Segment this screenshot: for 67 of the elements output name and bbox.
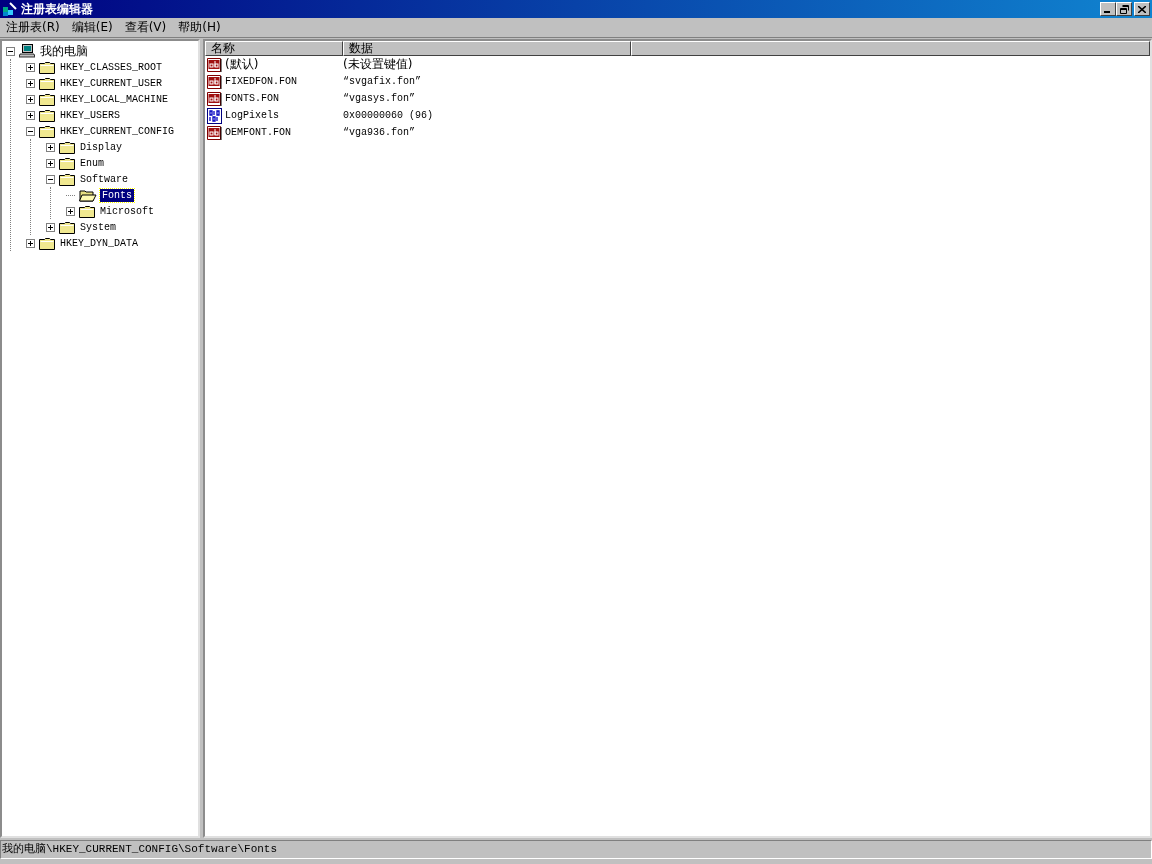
collapse-box-icon[interactable] <box>6 46 15 56</box>
folder-icon <box>59 140 75 154</box>
status-bar-path: 我的电脑\HKEY_CURRENT_CONFIG\Software\Fonts <box>0 840 1152 859</box>
tree-item[interactable]: HKEY_USERS <box>58 108 122 122</box>
expand-box-icon[interactable] <box>26 62 35 72</box>
column-header[interactable]: 数据 <box>343 41 631 56</box>
value-data: “vga936.fon” <box>343 127 415 138</box>
tree-item[interactable]: HKEY_CURRENT_CONFIG <box>58 124 177 138</box>
string-value-icon <box>207 56 223 73</box>
tree-item[interactable]: Display <box>78 140 124 154</box>
folder-icon <box>39 60 55 74</box>
expand-box-icon[interactable] <box>26 94 35 104</box>
folder-icon <box>39 92 55 106</box>
open-folder-icon <box>79 188 97 202</box>
tree-item[interactable]: HKEY_CLASSES_ROOT <box>58 60 165 74</box>
computer-icon <box>19 44 35 58</box>
window-title: 注册表编辑器 <box>21 0 94 18</box>
tree-item[interactable]: System <box>78 220 118 234</box>
close-icon <box>1138 5 1146 13</box>
value-data: “svgafix.fon” <box>343 76 421 87</box>
string-value-icon <box>207 90 223 107</box>
value-data: “vgasys.fon” <box>343 93 415 104</box>
collapse-box-icon[interactable] <box>46 174 55 184</box>
tree-item[interactable]: 我的电脑 <box>38 44 90 58</box>
folder-icon <box>39 76 55 90</box>
tree-item[interactable]: HKEY_LOCAL_MACHINE <box>58 92 171 106</box>
folder-icon <box>59 220 75 234</box>
menu-item[interactable]: 注册表(R) <box>0 19 66 36</box>
value-data: (未设置键值) <box>343 56 413 73</box>
expand-box-icon[interactable] <box>46 158 55 168</box>
string-value-icon <box>207 124 223 141</box>
tree-item[interactable]: Fonts <box>100 188 134 202</box>
value-data: 0x00000060 (96) <box>343 110 433 121</box>
value-name[interactable]: OEMFONT.FON <box>225 127 291 138</box>
collapse-box-icon[interactable] <box>26 126 35 136</box>
value-name[interactable]: LogPixels <box>225 110 279 121</box>
tree-item[interactable]: Enum <box>78 156 106 170</box>
expand-box-icon[interactable] <box>46 222 55 232</box>
folder-icon <box>59 172 75 186</box>
expand-box-icon[interactable] <box>26 238 35 248</box>
string-value-icon <box>207 73 223 90</box>
folder-icon <box>39 108 55 122</box>
folder-icon <box>79 204 95 218</box>
binary-value-icon <box>207 107 223 124</box>
expand-box-icon[interactable] <box>46 142 55 152</box>
menu-item[interactable]: 编辑(E) <box>65 19 119 36</box>
value-name[interactable]: FONTS.FON <box>225 93 279 104</box>
folder-icon <box>59 156 75 170</box>
expand-box-icon[interactable] <box>66 206 75 216</box>
tree-item[interactable]: Software <box>78 172 130 186</box>
restore-icon <box>1119 4 1129 14</box>
tree-item[interactable]: HKEY_CURRENT_USER <box>58 76 165 90</box>
folder-icon <box>39 236 55 250</box>
value-name[interactable]: (默认) <box>225 56 259 73</box>
value-name[interactable]: FIXEDFON.FON <box>225 76 297 87</box>
restore-button[interactable] <box>1116 2 1132 16</box>
tree-item[interactable]: Microsoft <box>98 204 156 218</box>
tree-item[interactable]: HKEY_DYN_DATA <box>58 236 140 250</box>
minimize-button[interactable] <box>1100 2 1116 16</box>
folder-icon <box>39 124 55 138</box>
menu-item[interactable]: 查看(V) <box>118 19 173 36</box>
close-button[interactable] <box>1134 2 1150 16</box>
expand-box-icon[interactable] <box>26 110 35 120</box>
menu-item[interactable]: 帮助(H) <box>172 19 227 36</box>
column-header[interactable]: 名称 <box>205 41 343 56</box>
registry-app-icon <box>2 1 18 17</box>
expand-box-icon[interactable] <box>26 78 35 88</box>
